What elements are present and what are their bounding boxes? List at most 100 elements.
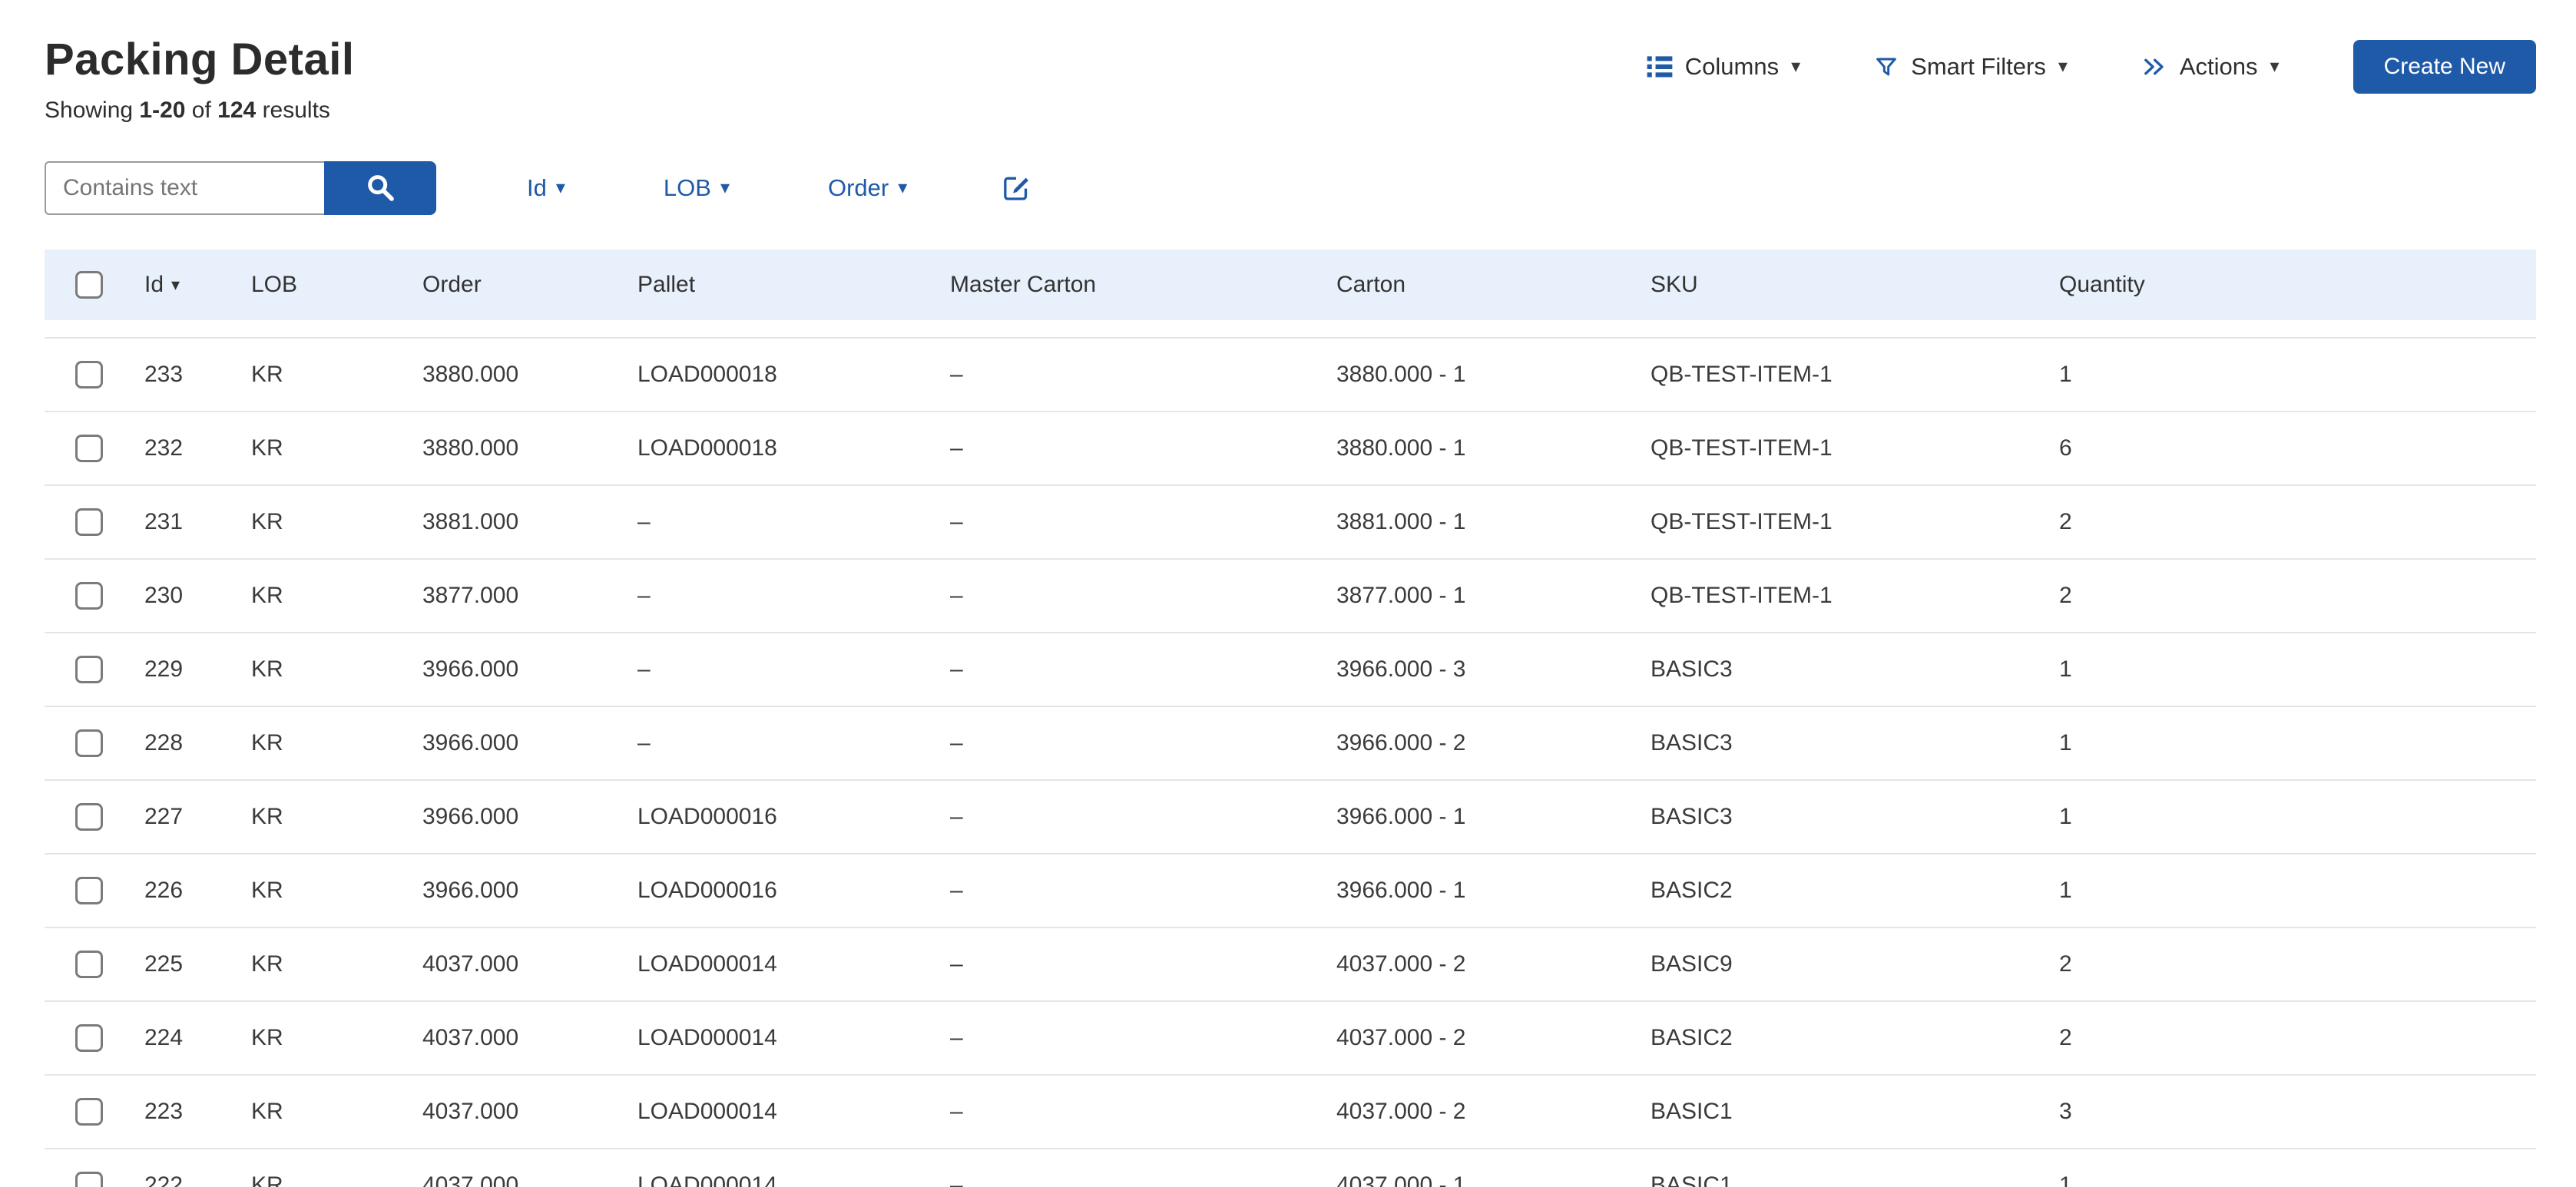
column-header-master-carton[interactable]: Master Carton [950, 272, 1336, 298]
cell-lob: KR [251, 656, 283, 682]
row-checkbox[interactable] [75, 877, 103, 904]
cell-quantity: 2 [2059, 1025, 2072, 1050]
title-block: Packing Detail Showing 1-20 of 124 resul… [45, 34, 354, 124]
cell-master-carton: – [950, 1099, 963, 1124]
row-checkbox[interactable] [75, 729, 103, 757]
cell-id: 223 [144, 1099, 184, 1124]
cell-quantity: 1 [2059, 878, 2072, 903]
filter-row: Id ▾ LOB ▾ Order ▾ [45, 160, 2536, 216]
cell-master-carton: – [950, 435, 963, 461]
cell-order: 3966.000 [422, 804, 519, 829]
column-header-lob-label: LOB [251, 272, 298, 297]
column-header-lob[interactable]: LOB [251, 272, 422, 298]
cell-quantity: 1 [2059, 362, 2072, 387]
table-row[interactable]: 231 KR 3881.000 – – 3881.000 - 1 QB-TEST… [45, 484, 2536, 558]
row-checkbox[interactable] [75, 803, 103, 831]
column-header-order-label: Order [422, 272, 482, 297]
table-row[interactable]: 222 KR 4037.000 LOAD000014 – 4037.000 - … [45, 1148, 2536, 1187]
cell-master-carton: – [950, 878, 963, 903]
cell-pallet: – [637, 509, 651, 534]
cell-sku: BASIC3 [1651, 804, 1733, 829]
cell-sku: BASIC9 [1651, 951, 1733, 977]
cell-quantity: 2 [2059, 951, 2072, 977]
cell-carton: 3966.000 - 3 [1336, 656, 1466, 682]
cell-id: 225 [144, 951, 184, 977]
row-checkbox[interactable] [75, 582, 103, 610]
cell-carton: 3966.000 - 2 [1336, 730, 1466, 756]
cell-sku: QB-TEST-ITEM-1 [1651, 583, 1833, 608]
cell-id: 229 [144, 656, 184, 682]
table-row[interactable]: 225 KR 4037.000 LOAD000014 – 4037.000 - … [45, 927, 2536, 1000]
table-row[interactable]: 232 KR 3880.000 LOAD000018 – 3880.000 - … [45, 411, 2536, 484]
cell-id: 231 [144, 509, 184, 534]
page-title: Packing Detail [45, 35, 355, 84]
cell-order: 3966.000 [422, 730, 519, 756]
cell-id: 227 [144, 804, 184, 829]
column-header-quantity[interactable]: Quantity [2059, 272, 2536, 298]
row-checkbox[interactable] [75, 508, 103, 536]
column-header-pallet[interactable]: Pallet [637, 272, 950, 298]
cell-master-carton: – [950, 1172, 963, 1187]
cell-id: 230 [144, 583, 184, 608]
column-header-id[interactable]: Id ▾ [144, 272, 251, 298]
packing-detail-table: Id ▾ LOB Order Pallet Master Carton Cart… [45, 250, 2536, 1187]
cell-quantity: 2 [2059, 509, 2072, 534]
cell-quantity: 1 [2059, 730, 2072, 756]
cell-lob: KR [251, 362, 283, 387]
column-header-carton[interactable]: Carton [1336, 272, 1651, 298]
table-row[interactable]: 230 KR 3877.000 – – 3877.000 - 1 QB-TEST… [45, 558, 2536, 632]
cell-pallet: LOAD000018 [637, 435, 777, 461]
column-header-order[interactable]: Order [422, 272, 637, 298]
row-checkbox[interactable] [75, 656, 103, 683]
table-row[interactable]: 224 KR 4037.000 LOAD000014 – 4037.000 - … [45, 1000, 2536, 1074]
cell-sku: BASIC3 [1651, 656, 1733, 682]
column-header-sku[interactable]: SKU [1651, 272, 2059, 298]
cell-carton: 4037.000 - 2 [1336, 1099, 1466, 1124]
table-row[interactable]: 226 KR 3966.000 LOAD000016 – 3966.000 - … [45, 853, 2536, 927]
search-input[interactable] [45, 161, 324, 215]
table-row[interactable]: 229 KR 3966.000 – – 3966.000 - 3 BASIC3 … [45, 632, 2536, 706]
row-checkbox[interactable] [75, 1024, 103, 1052]
columns-menu-button[interactable]: Columns ▾ [1647, 53, 1800, 81]
cell-pallet: LOAD000014 [637, 1025, 777, 1050]
chevron-down-icon: ▾ [1791, 56, 1801, 77]
cell-id: 226 [144, 878, 184, 903]
row-checkbox[interactable] [75, 1098, 103, 1126]
filter-dropdown-lob[interactable]: LOB ▾ [664, 174, 730, 202]
filter-dropdown-id[interactable]: Id ▾ [527, 174, 565, 202]
results-of: of [185, 98, 218, 123]
table-row[interactable]: 233 KR 3880.000 LOAD000018 – 3880.000 - … [45, 337, 2536, 411]
filter-dropdown-order[interactable]: Order ▾ [828, 174, 907, 202]
filter-dropdowns: Id ▾ LOB ▾ Order ▾ [527, 174, 907, 202]
cell-carton: 3880.000 - 1 [1336, 435, 1466, 461]
cell-lob: KR [251, 1025, 283, 1050]
row-checkbox-cell [45, 803, 144, 831]
column-header-quantity-label: Quantity [2059, 272, 2145, 297]
filter-icon [1874, 55, 1899, 79]
cell-quantity: 2 [2059, 583, 2072, 608]
table-row[interactable]: 228 KR 3966.000 – – 3966.000 - 2 BASIC3 … [45, 706, 2536, 779]
smart-filters-menu-button[interactable]: Smart Filters ▾ [1874, 53, 2068, 81]
row-checkbox[interactable] [75, 361, 103, 389]
edit-filters-button[interactable] [1001, 172, 1031, 205]
cell-sku: BASIC1 [1651, 1172, 1733, 1187]
row-checkbox[interactable] [75, 951, 103, 978]
cell-sku: BASIC3 [1651, 730, 1733, 756]
row-checkbox-cell [45, 582, 144, 610]
row-checkbox[interactable] [75, 1172, 103, 1187]
cell-lob: KR [251, 1172, 283, 1187]
table-row[interactable]: 223 KR 4037.000 LOAD000014 – 4037.000 - … [45, 1074, 2536, 1148]
cell-id: 233 [144, 362, 184, 387]
row-checkbox-cell [45, 729, 144, 757]
actions-menu-button[interactable]: Actions ▾ [2141, 53, 2280, 81]
cell-id: 232 [144, 435, 184, 461]
select-all-checkbox[interactable] [75, 271, 103, 299]
table-row[interactable]: 227 KR 3966.000 LOAD000016 – 3966.000 - … [45, 779, 2536, 853]
row-checkbox[interactable] [75, 435, 103, 462]
cell-sku: BASIC2 [1651, 878, 1733, 903]
row-checkbox-cell [45, 877, 144, 904]
cell-pallet: LOAD000014 [637, 951, 777, 977]
search-button[interactable] [324, 161, 436, 215]
cell-quantity: 3 [2059, 1099, 2072, 1124]
create-new-button[interactable]: Create New [2353, 40, 2536, 94]
